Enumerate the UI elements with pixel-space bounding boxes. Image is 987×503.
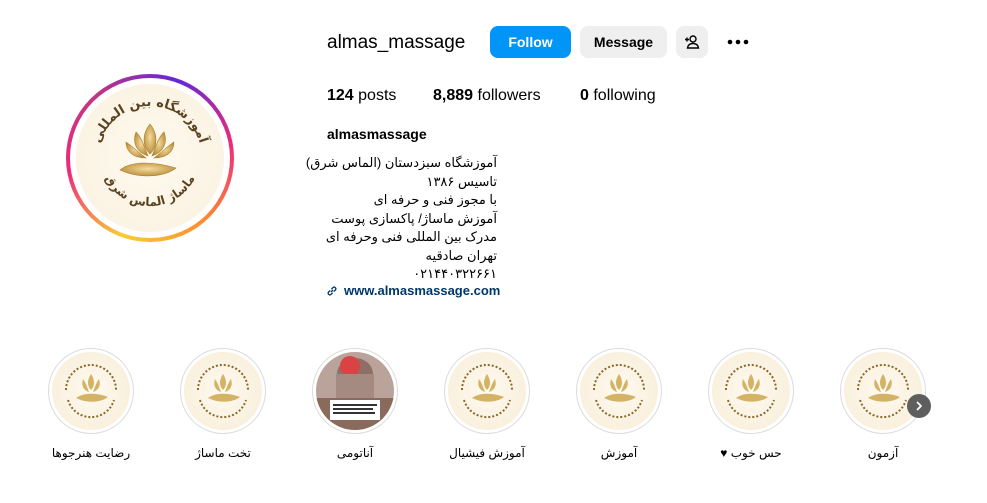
followers-number: 8,889 [433,87,474,104]
profile-full-name: almasmassage [327,126,427,142]
highlight-item[interactable]: تخت ماساژ [180,348,266,460]
following-number: 0 [580,87,589,104]
highlight-label: تخت ماساژ [195,446,251,460]
highlight-logo-icon [184,352,262,430]
chevron-right-icon [916,401,922,411]
person-add-icon [685,35,700,49]
avatar-logo: آموزشگاه بین المللی ماساژ الماس شرق [76,84,224,232]
highlight-cover [444,348,530,434]
highlight-logo-icon [448,352,526,430]
website-text: www.almasmassage.com [344,283,501,298]
highlight-cover [840,348,926,434]
bio-line: آموزشگاه سبزدستان (الماس شرق) [305,155,497,170]
profile-bio: آموزشگاه سبزدستان (الماس شرق) تاسیس ۱۳۸۶… [305,154,497,284]
following-link[interactable]: 0 following [580,87,656,105]
bio-line: با مجوز فنی و حرفه ای [373,192,497,207]
avatar-inner-ring: آموزشگاه بین المللی ماساژ الماس شرق [70,78,230,238]
highlight-label: آموزش [600,446,638,460]
highlight-cover [180,348,266,434]
posts-number: 124 [327,87,354,104]
avatar-text-bottom: ماساژ الماس شرق [102,172,197,209]
highlight-label: آموزش فیشیال [449,446,525,460]
bio-line: تهران صادقیه [425,247,497,263]
more-horizontal-icon [727,39,749,45]
bio-line: تاسیس ۱۳۸۶ [426,173,497,189]
svg-text:ماساژ الماس شرق: ماساژ الماس شرق [102,172,197,209]
profile-avatar[interactable]: آموزشگاه بین المللی ماساژ الماس شرق [66,74,234,242]
profile-username: almas_massage [327,32,466,53]
more-options-button[interactable] [718,26,758,58]
highlight-item[interactable]: حس خوب ♥ [708,348,794,460]
bio-line: آموزش ماساژ/ پاکسازی پوست [331,210,497,226]
highlights-next-button[interactable] [907,394,931,418]
following-label: following [593,87,656,104]
highlight-label: رضایت هنرجوها [51,446,131,460]
highlight-logo-icon [52,352,130,430]
highlight-item[interactable]: رضایت هنرجوها [48,348,134,460]
highlight-label: حس خوب ♥ [720,446,782,460]
highlight-label: آناتومی [336,446,374,460]
follow-button[interactable]: Follow [490,26,571,58]
message-button[interactable]: Message [580,26,667,58]
suggest-accounts-button[interactable] [676,26,708,58]
link-icon [327,286,337,295]
bio-line: ۰۲۱۴۴۰۳۲۲۶۶۱ [413,266,497,281]
followers-label: followers [477,87,541,104]
posts-label: posts [358,87,397,104]
highlight-cover [48,348,134,434]
posts-count: 124 posts [327,87,396,105]
highlight-logo-icon [580,352,658,430]
highlight-item[interactable]: آناتومی [312,348,398,460]
highlight-cover [708,348,794,434]
highlight-cover [312,348,398,434]
highlight-item[interactable]: آموزش [576,348,662,460]
followers-link[interactable]: 8,889 followers [433,87,541,105]
highlight-item[interactable]: آموزش فیشیال [444,348,530,460]
lotus-logo-icon: آموزشگاه بین المللی ماساژ الماس شرق [90,95,213,209]
highlight-cover [576,348,662,434]
bio-line: مدرک بین المللی فنی وحرفه ای [325,229,497,244]
highlight-photo [316,352,394,430]
website-link[interactable]: www.almasmassage.com [326,283,500,298]
highlight-logo-icon [712,352,790,430]
highlight-logo-icon [844,352,922,430]
highlight-label: آزمون [867,446,899,460]
